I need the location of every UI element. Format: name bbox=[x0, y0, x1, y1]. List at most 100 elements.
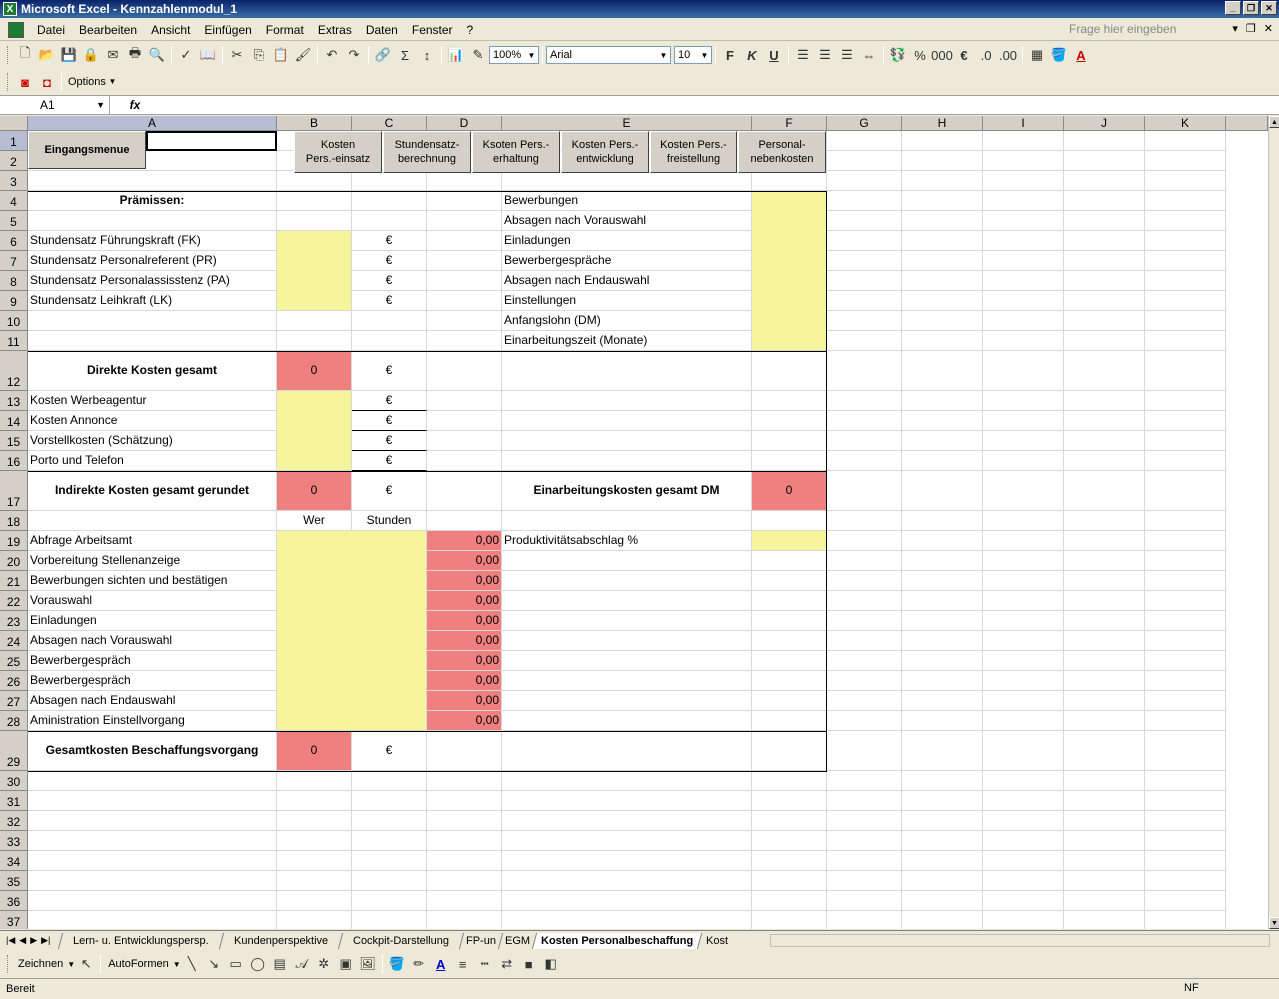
cell[interactable] bbox=[1064, 911, 1145, 929]
column-header-F[interactable]: F bbox=[752, 116, 827, 131]
cell[interactable] bbox=[28, 911, 277, 929]
cell[interactable] bbox=[827, 791, 902, 811]
cell[interactable] bbox=[1145, 351, 1226, 391]
column-header-H[interactable]: H bbox=[902, 116, 983, 131]
cell[interactable] bbox=[1145, 271, 1226, 291]
next-sheet-icon[interactable]: ▶ bbox=[30, 935, 37, 946]
row-header-36[interactable]: 36 bbox=[0, 891, 28, 911]
cell[interactable] bbox=[1145, 811, 1226, 831]
cell[interactable] bbox=[502, 411, 752, 431]
cell[interactable] bbox=[827, 651, 902, 671]
cell[interactable] bbox=[1064, 851, 1145, 871]
cell[interactable] bbox=[427, 831, 502, 851]
cell[interactable] bbox=[752, 891, 827, 911]
row-header-35[interactable]: 35 bbox=[0, 871, 28, 891]
cell[interactable] bbox=[827, 131, 902, 151]
underline-button[interactable]: U bbox=[764, 45, 784, 65]
chevron-down-icon[interactable]: ▼ bbox=[67, 960, 75, 969]
arrow-style-icon[interactable]: ⇄ bbox=[497, 954, 517, 974]
cell[interactable] bbox=[1145, 891, 1226, 911]
cell[interactable] bbox=[983, 251, 1064, 271]
cell[interactable] bbox=[1064, 731, 1145, 771]
label-annonce[interactable]: Kosten Annonce bbox=[28, 411, 277, 431]
menu-fenster[interactable]: Fenster bbox=[405, 20, 460, 40]
font-color-icon[interactable]: A bbox=[1071, 45, 1091, 65]
cell[interactable] bbox=[1064, 211, 1145, 231]
sheet-tab-kunden[interactable]: Kundenperspektive bbox=[218, 932, 343, 949]
euro-unit[interactable]: € bbox=[352, 291, 427, 311]
cell[interactable] bbox=[502, 671, 752, 691]
increase-decimal-icon[interactable]: .0 bbox=[976, 45, 996, 65]
borders-icon[interactable]: ▦ bbox=[1027, 45, 1047, 65]
help-search-input[interactable]: Frage hier eingeben bbox=[1069, 21, 1219, 38]
formula-input[interactable] bbox=[160, 96, 1279, 114]
spelling-icon[interactable]: ✓ bbox=[176, 45, 196, 65]
cell[interactable] bbox=[752, 791, 827, 811]
cell[interactable] bbox=[502, 891, 752, 911]
e-label[interactable]: Einstellungen bbox=[502, 291, 752, 311]
cell[interactable] bbox=[983, 311, 1064, 331]
task-cost[interactable]: 0,00 bbox=[427, 591, 502, 611]
cell[interactable] bbox=[1145, 451, 1226, 471]
row-header-33[interactable]: 33 bbox=[0, 831, 28, 851]
cell[interactable] bbox=[1064, 571, 1145, 591]
cell[interactable] bbox=[502, 571, 752, 591]
task-cost[interactable]: 0,00 bbox=[427, 571, 502, 591]
redo-icon[interactable]: ↷ bbox=[344, 45, 364, 65]
open-icon[interactable]: 📂 bbox=[37, 45, 57, 65]
minimize-button[interactable]: _ bbox=[1225, 1, 1241, 15]
cell[interactable] bbox=[752, 771, 827, 791]
cell[interactable] bbox=[983, 231, 1064, 251]
cell[interactable] bbox=[902, 251, 983, 271]
cell[interactable] bbox=[28, 171, 277, 191]
value-einarbeitung[interactable]: 0 bbox=[752, 471, 827, 511]
row-header-11[interactable]: 11 bbox=[0, 331, 28, 351]
sheet-tab-lern[interactable]: Lern- u. Entwicklungspersp. bbox=[57, 932, 223, 949]
e-label[interactable]: Einarbeitungszeit (Monate) bbox=[502, 331, 752, 351]
column-header-G[interactable]: G bbox=[827, 116, 902, 131]
cell[interactable] bbox=[1064, 291, 1145, 311]
scroll-up-icon[interactable]: ▲ bbox=[1269, 116, 1279, 128]
nav-button-b3[interactable]: Ksoten Pers.- erhaltung bbox=[472, 131, 560, 173]
row-header-14[interactable]: 14 bbox=[0, 411, 28, 431]
cell[interactable] bbox=[827, 231, 902, 251]
column-header-J[interactable]: J bbox=[1064, 116, 1145, 131]
cell[interactable] bbox=[277, 791, 352, 811]
cell[interactable] bbox=[277, 311, 352, 331]
cell[interactable] bbox=[983, 151, 1064, 171]
cell[interactable] bbox=[827, 391, 902, 411]
cell[interactable] bbox=[983, 691, 1064, 711]
cell[interactable] bbox=[427, 471, 502, 511]
cell[interactable] bbox=[352, 871, 427, 891]
cell[interactable] bbox=[352, 831, 427, 851]
cell[interactable] bbox=[1145, 511, 1226, 531]
dash-style-icon[interactable]: ┅ bbox=[475, 954, 495, 974]
cell[interactable] bbox=[427, 791, 502, 811]
cell[interactable] bbox=[427, 771, 502, 791]
cell[interactable] bbox=[427, 351, 502, 391]
task-cost[interactable]: 0,00 bbox=[427, 711, 502, 731]
cell[interactable] bbox=[28, 811, 277, 831]
cell[interactable] bbox=[277, 171, 352, 191]
cell[interactable] bbox=[1145, 211, 1226, 231]
cell[interactable] bbox=[1064, 271, 1145, 291]
cell[interactable] bbox=[1064, 831, 1145, 851]
cell[interactable] bbox=[983, 651, 1064, 671]
cell[interactable] bbox=[502, 911, 752, 929]
menu-datei[interactable]: Datei bbox=[30, 20, 72, 40]
nav-button-b5[interactable]: Kosten Pers.- freistellung bbox=[650, 131, 737, 173]
cell[interactable] bbox=[752, 651, 827, 671]
workbook-icon[interactable] bbox=[8, 21, 24, 38]
cell[interactable] bbox=[902, 391, 983, 411]
chevron-down-icon[interactable]: ▼ bbox=[173, 960, 181, 969]
cell[interactable] bbox=[502, 731, 752, 771]
row-header-6[interactable]: 6 bbox=[0, 231, 28, 251]
task-label[interactable]: Aministration Einstellvorgang bbox=[28, 711, 277, 731]
cell[interactable] bbox=[1145, 791, 1226, 811]
row-header-13[interactable]: 13 bbox=[0, 391, 28, 411]
cell[interactable] bbox=[827, 211, 902, 231]
cell[interactable] bbox=[1145, 571, 1226, 591]
cell[interactable] bbox=[902, 451, 983, 471]
cell[interactable] bbox=[277, 911, 352, 929]
sheet-tab-kost[interactable]: Kost bbox=[696, 932, 737, 949]
